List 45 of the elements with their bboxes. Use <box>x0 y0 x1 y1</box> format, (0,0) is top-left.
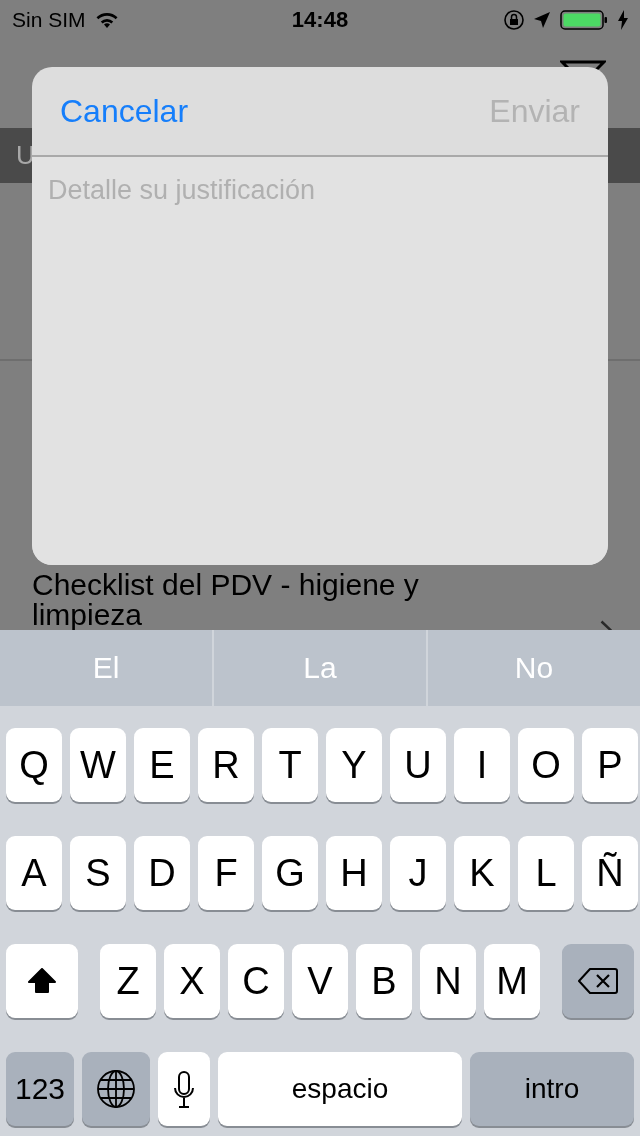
letter-key[interactable]: Y <box>326 728 382 802</box>
shift-key[interactable] <box>6 944 78 1018</box>
letter-key[interactable]: N <box>420 944 476 1018</box>
space-key[interactable]: espacio <box>218 1052 462 1126</box>
clock-time: 14:48 <box>291 7 349 33</box>
letter-key[interactable]: Q <box>6 728 62 802</box>
carrier-label: Sin SIM <box>12 8 86 32</box>
letter-key[interactable]: L <box>518 836 574 910</box>
letter-key[interactable]: K <box>454 836 510 910</box>
wifi-icon <box>95 12 118 28</box>
letter-key[interactable]: C <box>228 944 284 1018</box>
return-key[interactable]: intro <box>470 1052 634 1126</box>
letter-key[interactable]: F <box>198 836 254 910</box>
letter-key[interactable]: O <box>518 728 574 802</box>
letter-key[interactable]: A <box>6 836 62 910</box>
letter-key[interactable]: X <box>164 944 220 1018</box>
charging-icon <box>618 10 628 30</box>
letter-key[interactable]: U <box>390 728 446 802</box>
globe-key[interactable] <box>82 1052 150 1126</box>
letter-key[interactable]: R <box>198 728 254 802</box>
numbers-key[interactable]: 123 <box>6 1052 74 1126</box>
microphone-key[interactable] <box>158 1052 210 1126</box>
globe-icon <box>97 1070 135 1108</box>
letter-key[interactable]: T <box>262 728 318 802</box>
battery-icon <box>560 10 608 30</box>
letter-key[interactable]: Z <box>100 944 156 1018</box>
letter-key[interactable]: J <box>390 836 446 910</box>
letter-key[interactable]: M <box>484 944 540 1018</box>
letter-key[interactable]: B <box>356 944 412 1018</box>
letter-key[interactable]: S <box>70 836 126 910</box>
letter-key[interactable]: Ñ <box>582 836 638 910</box>
backspace-icon <box>578 968 618 994</box>
letter-key[interactable]: V <box>292 944 348 1018</box>
letter-key[interactable]: H <box>326 836 382 910</box>
letter-key[interactable]: G <box>262 836 318 910</box>
letter-key[interactable]: P <box>582 728 638 802</box>
location-arrow-icon <box>534 12 550 28</box>
microphone-icon <box>174 1070 194 1108</box>
shift-arrow-icon <box>28 968 56 994</box>
rotation-lock-icon <box>504 10 524 30</box>
letter-key[interactable]: I <box>454 728 510 802</box>
letter-key[interactable]: D <box>134 836 190 910</box>
letter-key[interactable]: W <box>70 728 126 802</box>
backspace-key[interactable] <box>562 944 634 1018</box>
letter-key[interactable]: E <box>134 728 190 802</box>
